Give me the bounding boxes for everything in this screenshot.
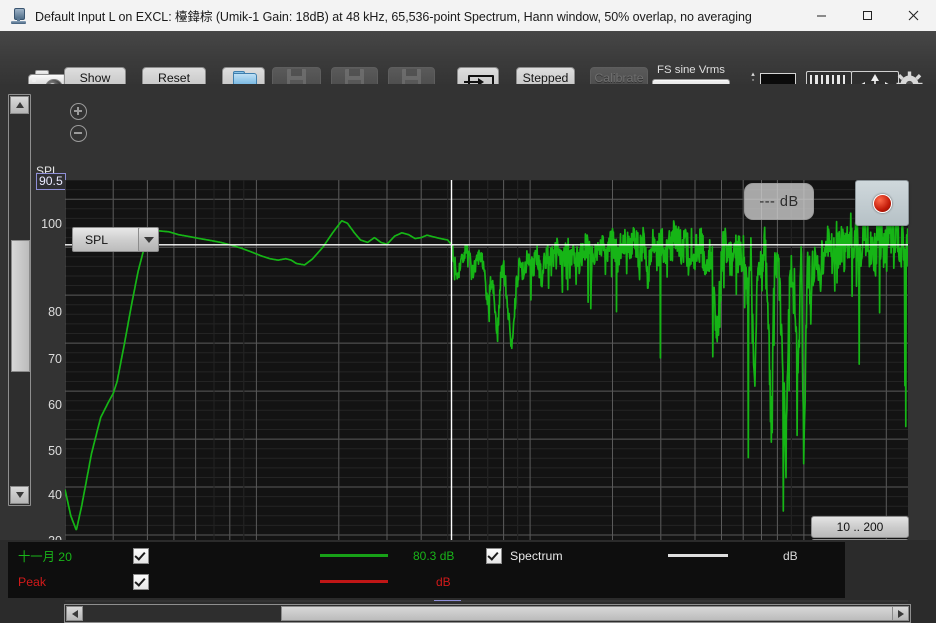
spl-unit-label: SPL xyxy=(85,232,109,247)
window-controls xyxy=(798,0,936,31)
legend-line-spectrum xyxy=(668,554,728,557)
legend-value-peak: dB xyxy=(436,575,451,589)
plot-canvas xyxy=(65,180,908,583)
graph-panel: SPL 100 80 70 60 50 40 30 20 90.5 SPL --… xyxy=(0,84,936,623)
scroll-up-button[interactable] xyxy=(10,96,29,114)
zoom-out-icon[interactable] xyxy=(70,125,87,142)
zoom-in-icon[interactable] xyxy=(70,103,87,120)
title-bar: Default Input L on EXCL: 檯鍏棕 (Umik-1 Gai… xyxy=(0,0,936,32)
legend-checkbox-measurement[interactable] xyxy=(133,548,149,564)
close-icon xyxy=(908,10,918,21)
legend-row-peak[interactable]: Peak dB xyxy=(8,571,845,593)
legend-background: 十一月 20 80.3 dB Spectrum dB Peak dB xyxy=(8,542,845,598)
horizontal-scroll-thumb[interactable] xyxy=(281,606,893,621)
y-cursor-value[interactable]: 90.5 xyxy=(36,173,66,190)
record-icon xyxy=(872,193,892,213)
legend-checkbox-peak[interactable] xyxy=(133,574,149,590)
triangle-left-icon xyxy=(71,609,78,618)
y-tick-60: 60 xyxy=(48,398,62,412)
maximize-button[interactable] xyxy=(844,0,890,31)
spectrum-label: Spectrum xyxy=(510,549,563,563)
legend-panel: 十一月 20 80.3 dB Spectrum dB Peak dB xyxy=(0,540,936,600)
spectrum-checkbox[interactable] xyxy=(486,548,502,564)
minimize-button[interactable] xyxy=(798,0,844,31)
maximize-icon xyxy=(862,11,872,20)
range-preset-10-200-button[interactable]: 10 .. 200 xyxy=(811,516,909,538)
legend-row-measurement[interactable]: 十一月 20 80.3 dB Spectrum dB xyxy=(8,545,845,567)
spectrum-plot[interactable] xyxy=(65,180,908,583)
minimize-icon xyxy=(816,15,826,17)
y-tick-80: 80 xyxy=(48,305,62,319)
triangle-up-icon xyxy=(15,102,24,108)
y-tick-100: 100 xyxy=(41,217,62,231)
record-button[interactable] xyxy=(855,180,909,226)
fs-sine-label: FS sine Vrms xyxy=(657,64,725,76)
close-button[interactable] xyxy=(890,0,936,31)
triangle-right-icon xyxy=(897,609,904,618)
y-tick-40: 40 xyxy=(48,488,62,502)
legend-line-measurement xyxy=(320,554,388,557)
legend-label-measurement: 十一月 20 xyxy=(18,550,72,564)
y-tick-50: 50 xyxy=(48,444,62,458)
y-tick-70: 70 xyxy=(48,352,62,366)
scroll-left-button[interactable] xyxy=(66,606,83,621)
app-window: Default Input L on EXCL: 檯鍏棕 (Umik-1 Gai… xyxy=(0,0,936,623)
legend-line-peak xyxy=(320,580,388,583)
legend-value-measurement: 80.3 dB xyxy=(413,549,455,563)
legend-value-spectrum: dB xyxy=(783,549,798,563)
window-title: Default Input L on EXCL: 檯鍏棕 (Umik-1 Gai… xyxy=(35,10,752,24)
scroll-right-button[interactable] xyxy=(892,606,909,621)
spectrum-toggle[interactable]: Spectrum xyxy=(486,548,563,564)
legend-label-peak: Peak xyxy=(18,575,47,589)
horizontal-scrollbar[interactable] xyxy=(64,604,911,623)
microphone-icon xyxy=(10,7,27,24)
toolbar: Show distortion Reset averaging WAV Curr… xyxy=(0,31,936,104)
chevron-down-icon[interactable] xyxy=(138,227,159,252)
db-readout: --- dB xyxy=(744,183,814,220)
spl-unit-select[interactable]: SPL xyxy=(72,227,159,252)
